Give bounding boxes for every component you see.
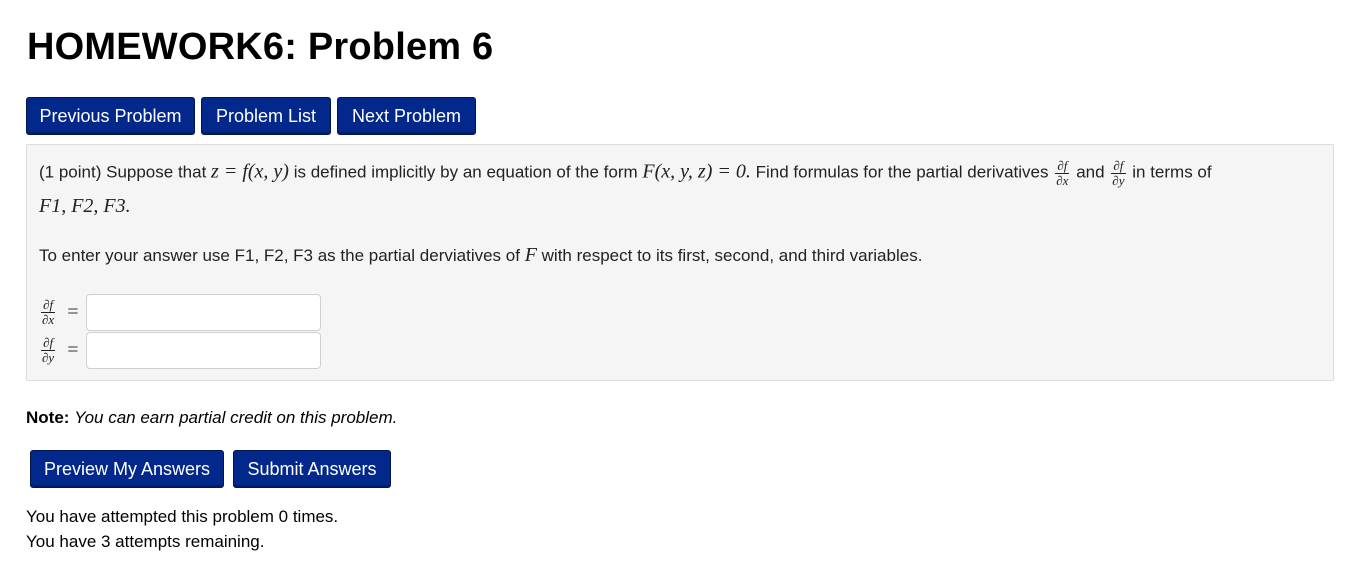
preview-answers-button[interactable]: Preview My Answers [30, 450, 224, 488]
attempts-remaining-text: You have 3 attempts remaining. [26, 532, 265, 551]
note-label: Note: [26, 408, 70, 427]
math-F-list: F1, F2, F3. [39, 195, 131, 217]
instruction-text: with respect to its first, second, and t… [541, 246, 923, 265]
fraction-df-dy: ∂f ∂y [1111, 159, 1126, 188]
problem-statement-line2: F1, F2, F3. [39, 195, 131, 218]
fraction-numerator: ∂f [41, 298, 56, 313]
fraction-numerator: ∂f [1055, 159, 1070, 174]
fraction-numerator: ∂f [41, 336, 56, 351]
fraction-denominator: ∂x [1056, 172, 1069, 188]
fraction-denominator: ∂x [42, 312, 55, 327]
fraction-numerator: ∂f [1111, 159, 1126, 174]
statement-text: is defined implicitly by an equation of … [293, 162, 638, 182]
note-text: You can earn partial credit on this prob… [74, 408, 398, 427]
partial-credit-note: Note: You can earn partial credit on thi… [26, 408, 397, 428]
answer-input-df-dy[interactable] [86, 332, 322, 369]
submit-answers-button[interactable]: Submit Answers [233, 450, 391, 488]
problem-navigation: Previous Problem Problem List Next Probl… [26, 97, 476, 135]
statement-text: Find formulas for the partial derivative… [755, 162, 1049, 182]
math-F-variable: F [524, 244, 537, 266]
math-F-equation: F(x, y, z) = 0. [642, 160, 751, 183]
statement-text: Suppose that [106, 162, 207, 182]
answer-input-df-dx[interactable] [86, 294, 322, 331]
fraction-denominator: ∂y [42, 350, 55, 365]
problem-instruction: To enter your answer use F1, F2, F3 as t… [39, 244, 922, 267]
equals-sign: = [67, 301, 79, 323]
fraction-df-dx: ∂f ∂x [1055, 159, 1070, 188]
instruction-text: To enter your answer use F1, F2, F3 as t… [39, 246, 520, 265]
answer-label-df-dx: ∂f ∂x [41, 298, 56, 327]
next-problem-button[interactable]: Next Problem [337, 97, 476, 135]
fraction-denominator: ∂y [1112, 172, 1125, 188]
previous-problem-button[interactable]: Previous Problem [26, 97, 195, 135]
answer-actions: Preview My Answers Submit Answers [30, 450, 391, 488]
page: HOMEWORK6: Problem 6 Previous Problem Pr… [0, 0, 1348, 563]
answer-label-df-dy: ∂f ∂y [41, 336, 56, 365]
point-value: (1 point) [39, 162, 102, 182]
problem-statement-line1: (1 point) Suppose that z = f(x, y) is de… [39, 159, 1212, 187]
problem-body: (1 point) Suppose that z = f(x, y) is de… [26, 144, 1334, 381]
equals-sign: = [67, 339, 79, 361]
statement-text: in terms of [1132, 162, 1212, 182]
statement-text: and [1076, 162, 1105, 182]
attempts-made-text: You have attempted this problem 0 times. [26, 507, 339, 526]
answer-row-df-dx: ∂f ∂x = [39, 294, 322, 331]
page-title: HOMEWORK6: Problem 6 [27, 26, 494, 68]
answer-row-df-dy: ∂f ∂y = [39, 332, 322, 369]
problem-list-button[interactable]: Problem List [201, 97, 331, 135]
math-z-equation: z = f(x, y) [211, 160, 289, 183]
